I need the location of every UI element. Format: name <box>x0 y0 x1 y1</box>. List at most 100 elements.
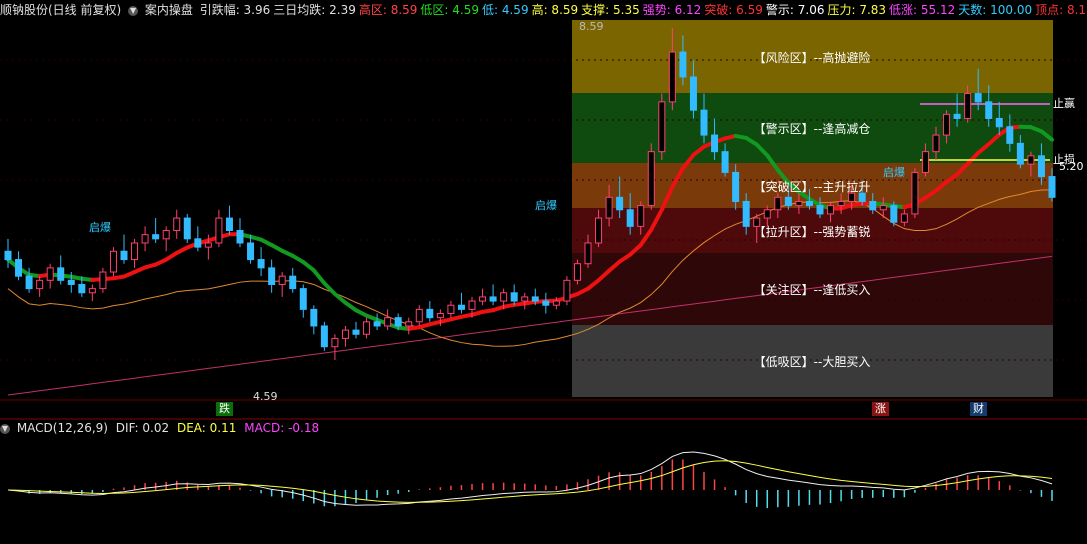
low-price-label: 4.59 <box>253 390 278 403</box>
header-item: 低区: 4.59 <box>420 3 479 17</box>
header-item: 突破: 6.59 <box>704 3 763 17</box>
candle-body <box>447 304 455 315</box>
candle-body <box>4 250 12 261</box>
candle-body <box>879 205 887 211</box>
header-item: 低涨: 55.12 <box>889 3 956 17</box>
candle-body <box>46 267 54 281</box>
candle-body <box>489 296 497 302</box>
candle-body <box>310 308 318 327</box>
dif-line <box>7 451 1053 506</box>
candle-body <box>774 196 782 211</box>
candle-body <box>78 283 86 294</box>
indicator-name[interactable]: 案内操盘 <box>145 3 193 17</box>
candle-body <box>542 300 550 306</box>
candle-body <box>584 242 592 265</box>
candle-body <box>985 101 993 119</box>
candle-body <box>827 205 835 215</box>
high-price-label: 8.59 <box>579 20 604 33</box>
candle-body <box>99 271 107 290</box>
candle-body <box>394 317 402 327</box>
candle-body <box>299 288 307 310</box>
candle-body <box>890 205 898 223</box>
kline-chart[interactable] <box>0 0 1087 544</box>
dropdown-icon[interactable]: ▼ <box>0 423 10 434</box>
candle-body <box>795 200 803 207</box>
macd-value: -0.18 <box>288 421 320 435</box>
candle-body <box>278 275 286 285</box>
die-tag: 跌 <box>216 402 233 416</box>
qibao-label-2: 启爆 <box>535 199 557 212</box>
candle-body <box>468 300 476 310</box>
zone-label: 【关注区】--逢低买入 <box>753 283 871 297</box>
trend-line-segment <box>311 268 327 286</box>
candle-body <box>816 205 824 215</box>
candle-body <box>711 134 719 153</box>
dea-line <box>7 460 1053 503</box>
header-item: 天数: 100.00 <box>958 3 1033 17</box>
header-item: 顶点: 8.1 <box>1035 3 1087 17</box>
candle-body <box>479 296 487 302</box>
qibao-label-3: 启爆 <box>883 166 905 179</box>
candle-body <box>616 196 624 211</box>
dif-value: 0.02 <box>142 421 170 435</box>
candle-body <box>837 200 845 207</box>
cai-tag: 财 <box>970 402 987 416</box>
header-values: 引跌幅: 3.96 三日均跌: 2.39 高区: 8.59 低区: 4.59 低: 4.… <box>200 3 1087 17</box>
candle-body <box>152 234 160 240</box>
trend-line-segment <box>301 260 316 273</box>
candle-body <box>162 230 170 240</box>
candle-body <box>236 230 244 244</box>
candle-body <box>457 304 465 310</box>
candle-body <box>384 317 392 327</box>
chart-header: 顺钠股份(日线 前复权) ▼ 案内操盘 引跌幅: 3.96 三日均跌: 2.39 高… <box>0 0 1087 20</box>
candle-body <box>953 113 961 119</box>
candle-body <box>521 296 529 302</box>
header-item: 警示: 7.06 <box>765 3 825 17</box>
zhiying-label: 止赢 <box>1053 97 1075 110</box>
candle-body <box>552 300 560 306</box>
header-item: 引跌幅: 3.96 <box>199 3 271 17</box>
candle-body <box>194 238 202 248</box>
candle-body <box>1027 155 1035 165</box>
zhang-tag: 涨 <box>872 402 889 416</box>
header-item: 压力: 7.83 <box>827 3 887 17</box>
trend-line-segment <box>322 281 337 297</box>
zone-label: 【拉升区】--强势蓄锐 <box>753 224 871 239</box>
candle-body <box>120 250 128 261</box>
qibao-label-1: 启爆 <box>89 221 111 234</box>
stock-title[interactable]: 顺钠股份(日线 前复权) <box>0 3 121 17</box>
candle-body <box>131 242 139 261</box>
candle-body <box>689 76 697 111</box>
dropdown-icon[interactable]: ▼ <box>128 5 139 16</box>
candle-body <box>974 93 982 103</box>
zone-label: 【突破区】--主升拉升 <box>753 179 871 194</box>
candle-body <box>215 217 223 244</box>
candle-body <box>141 234 149 244</box>
dea-value: 0.11 <box>209 421 237 435</box>
candle-body <box>405 321 413 327</box>
candle-body <box>331 337 339 348</box>
macd-name[interactable]: MACD(12,26,9) <box>17 421 108 435</box>
candle-body <box>964 93 972 119</box>
candle-body <box>341 329 349 339</box>
candle-body <box>36 279 44 290</box>
candle-body <box>257 259 265 269</box>
dif-label: DIF: <box>115 421 139 435</box>
zone-label: 【低吸区】--大胆买入 <box>753 355 871 369</box>
candle-body <box>426 308 434 319</box>
candle-body <box>57 267 65 281</box>
candle-body <box>510 292 518 302</box>
candle-body <box>289 275 297 290</box>
candle-body <box>373 321 381 327</box>
candle-body <box>500 292 508 302</box>
candle-body <box>436 313 444 319</box>
candle-body <box>415 308 423 323</box>
header-item: 高: 8.59 <box>531 3 579 17</box>
candle-body <box>921 151 929 173</box>
candle-body <box>563 279 571 302</box>
candle-body <box>900 213 908 223</box>
candle-body <box>88 288 96 294</box>
header-item: 三日均跌: 2.39 <box>273 3 356 17</box>
candle-body <box>805 200 813 207</box>
candle-body <box>320 325 328 348</box>
